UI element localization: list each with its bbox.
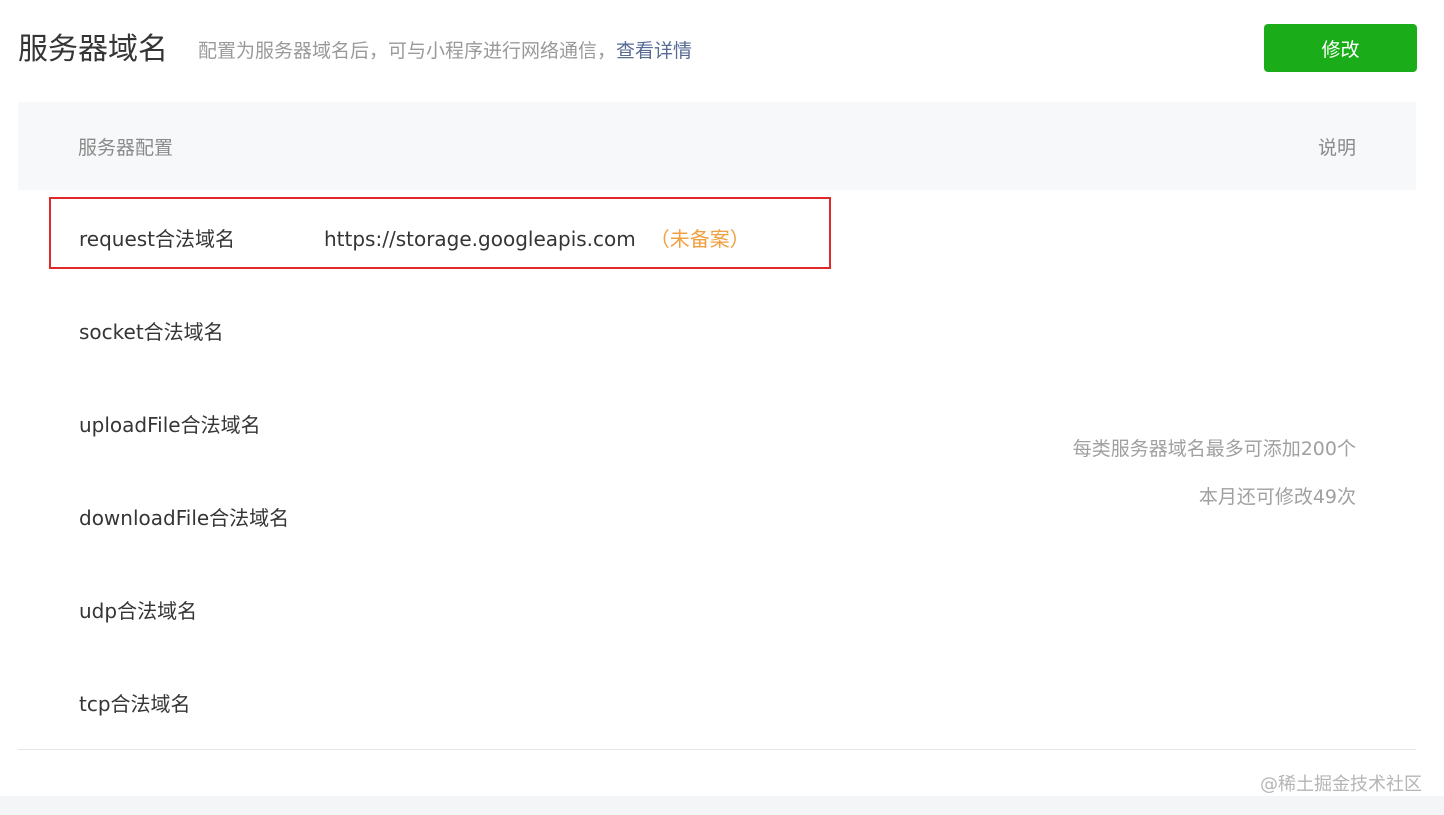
footer-strip (0, 796, 1444, 815)
domain-row-label: request合法域名 (79, 227, 236, 251)
column-header-desc: 说明 (1317, 137, 1356, 159)
table-header: 服务器配置 说明 (18, 102, 1416, 190)
domain-row-uploadfile: uploadFile合法域名 (79, 411, 261, 439)
domain-url: https://storage.googleapis.com (324, 227, 636, 251)
domain-row-value: https://storage.googleapis.com （未备案） (324, 225, 750, 253)
table-bottom-divider (18, 749, 1416, 750)
domain-limit-note: 每类服务器域名最多可添加200个 (1072, 438, 1356, 460)
edit-button[interactable]: 修改 (1264, 24, 1417, 72)
domain-row-label: udp合法域名 (79, 599, 198, 623)
domain-row-downloadfile: downloadFile合法域名 (79, 504, 289, 532)
column-header-config: 服务器配置 (78, 137, 174, 159)
domain-row-label: downloadFile合法域名 (79, 506, 290, 530)
domain-row-label: tcp合法域名 (79, 692, 191, 716)
domain-row-label: socket合法域名 (79, 320, 224, 344)
subtitle-text: 配置为服务器域名后，可与小程序进行网络通信， (198, 40, 617, 62)
domain-row-label: uploadFile合法域名 (79, 413, 261, 437)
edit-remaining-note: 本月还可修改49次 (1198, 486, 1356, 508)
page-subtitle: 配置为服务器域名后，可与小程序进行网络通信，查看详情 (198, 38, 692, 64)
unregistered-status: （未备案） (649, 227, 750, 251)
domain-row-tcp: tcp合法域名 (79, 690, 191, 718)
watermark: @稀土掘金技术社区 (1260, 774, 1422, 795)
domain-row-socket: socket合法域名 (79, 318, 224, 346)
domain-row-request: request合法域名 https://storage.googleapis.c… (79, 225, 750, 253)
page-title: 服务器域名 (18, 32, 168, 67)
domain-row-udp: udp合法域名 (79, 597, 197, 625)
view-details-link[interactable]: 查看详情 (616, 40, 692, 62)
